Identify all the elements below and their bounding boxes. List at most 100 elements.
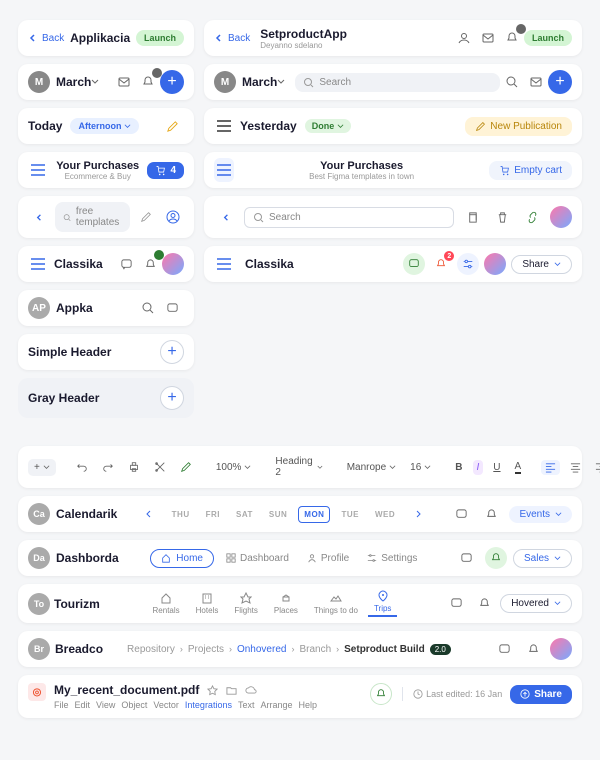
mail-icon[interactable] bbox=[476, 26, 500, 50]
menu-edit[interactable]: Edit bbox=[75, 700, 91, 710]
add-button[interactable]: + bbox=[548, 70, 572, 94]
bell-icon[interactable] bbox=[521, 637, 545, 661]
back-icon[interactable] bbox=[28, 205, 51, 229]
tab-dashboard[interactable]: Dashboard bbox=[220, 550, 295, 567]
crumb-projects[interactable]: Projects bbox=[188, 644, 224, 655]
menu-icon[interactable] bbox=[28, 164, 48, 176]
menu-icon[interactable] bbox=[214, 258, 234, 270]
user-avatar[interactable] bbox=[550, 206, 572, 228]
nav-trips[interactable]: Trips bbox=[368, 590, 397, 617]
launch-badge[interactable]: Launch bbox=[524, 30, 572, 46]
day-thu[interactable]: THU bbox=[167, 507, 195, 522]
avatar[interactable]: Da bbox=[28, 547, 50, 569]
trim-icon[interactable] bbox=[150, 459, 170, 475]
edit-icon[interactable] bbox=[160, 114, 184, 138]
bell-icon[interactable] bbox=[136, 70, 160, 94]
crumb-branch[interactable]: Branch bbox=[299, 644, 331, 655]
zoom-dropdown[interactable]: 100% bbox=[212, 460, 256, 475]
bell-icon[interactable] bbox=[479, 502, 503, 526]
user-avatar[interactable] bbox=[162, 253, 184, 275]
heading-dropdown[interactable]: Heading 2 bbox=[271, 454, 326, 480]
edit-icon[interactable] bbox=[134, 205, 157, 229]
undo-icon[interactable] bbox=[72, 459, 92, 475]
avatar[interactable]: M bbox=[214, 71, 236, 93]
avatar[interactable]: Br bbox=[28, 638, 50, 660]
day-sun[interactable]: SUN bbox=[264, 507, 292, 522]
tab-home[interactable]: Home bbox=[150, 549, 214, 568]
text-color-button[interactable]: A bbox=[511, 459, 526, 476]
back-link[interactable]: Back bbox=[28, 33, 64, 44]
search-input[interactable]: Search bbox=[295, 73, 500, 92]
print-icon[interactable] bbox=[124, 459, 144, 475]
day-tue[interactable]: TUE bbox=[336, 507, 364, 522]
cart-button[interactable]: 4 bbox=[147, 162, 184, 179]
day-fri[interactable]: FRI bbox=[201, 507, 225, 522]
chat-icon[interactable] bbox=[160, 296, 184, 320]
folder-icon[interactable] bbox=[226, 685, 237, 696]
menu-icon[interactable] bbox=[214, 120, 234, 132]
bell-icon[interactable] bbox=[485, 547, 507, 569]
link-icon[interactable] bbox=[520, 205, 544, 229]
crumb-onhovered[interactable]: Onhovered bbox=[237, 644, 286, 655]
italic-button[interactable]: I bbox=[473, 460, 484, 475]
menu-text[interactable]: Text bbox=[238, 700, 255, 710]
add-button[interactable]: + bbox=[160, 386, 184, 410]
search-input[interactable]: free templates bbox=[55, 202, 130, 232]
nav-things[interactable]: Things to do bbox=[308, 592, 364, 615]
crumb-setproduct[interactable]: Setproduct Build bbox=[344, 644, 425, 655]
align-right-icon[interactable] bbox=[591, 460, 600, 475]
font-dropdown[interactable]: Manrope bbox=[343, 460, 400, 475]
menu-icon[interactable] bbox=[214, 158, 234, 182]
next-icon[interactable] bbox=[406, 502, 430, 526]
highlight-icon[interactable] bbox=[176, 459, 196, 475]
settings-icon[interactable] bbox=[457, 253, 479, 275]
avatar[interactable]: AP bbox=[28, 297, 50, 319]
nav-flights[interactable]: Flights bbox=[228, 592, 264, 615]
menu-arrange[interactable]: Arrange bbox=[260, 700, 292, 710]
share-button[interactable]: Share bbox=[510, 685, 572, 704]
done-badge[interactable]: Done bbox=[305, 119, 352, 133]
chat-icon[interactable] bbox=[455, 546, 479, 570]
nav-places[interactable]: Places bbox=[268, 592, 304, 615]
avatar[interactable]: M bbox=[28, 71, 50, 93]
share-button[interactable]: Share bbox=[511, 255, 572, 274]
align-center-icon[interactable] bbox=[566, 460, 585, 475]
underline-button[interactable]: U bbox=[489, 460, 504, 475]
add-button[interactable]: + bbox=[160, 340, 184, 364]
align-left-icon[interactable] bbox=[541, 460, 560, 475]
back-icon[interactable] bbox=[214, 205, 238, 229]
cloud-icon[interactable] bbox=[245, 685, 257, 696]
user-icon[interactable] bbox=[452, 26, 476, 50]
user-avatar[interactable] bbox=[550, 638, 572, 660]
avatar[interactable]: Ca bbox=[28, 503, 50, 525]
hovered-button[interactable]: Hovered bbox=[500, 594, 572, 613]
day-mon[interactable]: MON bbox=[298, 506, 330, 523]
menu-integrations[interactable]: Integrations bbox=[185, 700, 232, 710]
chat-icon[interactable] bbox=[492, 637, 516, 661]
menu-help[interactable]: Help bbox=[299, 700, 318, 710]
user-avatar[interactable] bbox=[484, 253, 506, 275]
sales-button[interactable]: Sales bbox=[513, 549, 572, 568]
menu-file[interactable]: File bbox=[54, 700, 69, 710]
copy-icon[interactable] bbox=[460, 205, 484, 229]
chat-icon[interactable] bbox=[403, 253, 425, 275]
bell-icon[interactable] bbox=[370, 683, 392, 705]
tab-settings[interactable]: Settings bbox=[361, 550, 423, 567]
menu-object[interactable]: Object bbox=[121, 700, 147, 710]
bell-icon[interactable] bbox=[472, 592, 496, 616]
tab-profile[interactable]: Profile bbox=[301, 550, 355, 567]
menu-vector[interactable]: Vector bbox=[153, 700, 179, 710]
day-sat[interactable]: SAT bbox=[231, 507, 258, 522]
mail-icon[interactable] bbox=[524, 70, 548, 94]
prev-icon[interactable] bbox=[137, 502, 161, 526]
bold-button[interactable]: B bbox=[451, 460, 466, 475]
month-title[interactable]: March bbox=[242, 75, 277, 89]
chat-icon[interactable] bbox=[114, 252, 138, 276]
menu-view[interactable]: View bbox=[96, 700, 115, 710]
bell-icon[interactable]: 2 bbox=[430, 253, 452, 275]
bell-icon[interactable] bbox=[500, 26, 524, 50]
empty-cart-button[interactable]: Empty cart bbox=[489, 161, 572, 180]
trash-icon[interactable] bbox=[490, 205, 514, 229]
launch-badge[interactable]: Launch bbox=[136, 30, 184, 46]
month-title[interactable]: March bbox=[56, 75, 91, 89]
